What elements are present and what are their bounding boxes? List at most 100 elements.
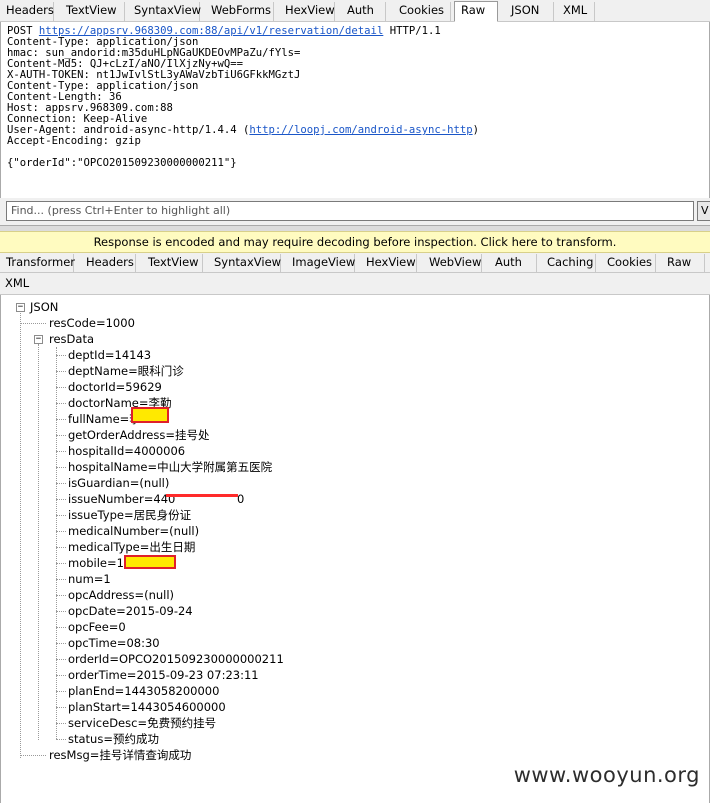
response-tab-bar-row2: XML	[0, 273, 710, 295]
tree-node-resmsg[interactable]: resMsg=挂号详情查询成功	[49, 748, 191, 764]
tree-node[interactable]: getOrderAddress=挂号处	[68, 428, 210, 444]
tree-root-json[interactable]: JSON	[30, 300, 58, 316]
tab-webview[interactable]: WebView	[423, 254, 482, 273]
tree-connector	[56, 691, 66, 692]
tree-connector	[56, 451, 66, 452]
tree-connector	[56, 643, 66, 644]
tree-connector	[56, 707, 66, 708]
find-options-button[interactable]: V	[697, 201, 710, 221]
tab-auth[interactable]: Auth	[489, 254, 537, 273]
redaction-fullname	[131, 407, 169, 423]
tree-node[interactable]: deptId=14143	[68, 348, 151, 364]
tree-node[interactable]: isGuardian=(null)	[68, 476, 169, 492]
tree-connector	[56, 595, 66, 596]
tree-node[interactable]: serviceDesc=免费预约挂号	[68, 716, 216, 732]
tree-node-resdata[interactable]: resData	[49, 332, 94, 348]
tab-headers[interactable]: Headers	[80, 254, 136, 273]
tree-node[interactable]: issueNumber=440	[68, 492, 175, 508]
tab-webforms[interactable]: WebForms	[205, 2, 274, 21]
tab-cookies[interactable]: Cookies	[601, 254, 656, 273]
tree-node[interactable]: opcAddress=(null)	[68, 588, 174, 604]
find-bar: Find... (press Ctrl+Enter to highlight a…	[0, 198, 710, 226]
tree-connector	[56, 499, 66, 500]
response-tab-bar: Transformer Headers TextView SyntaxView …	[0, 253, 710, 273]
tree-node[interactable]: orderTime=2015-09-23 07:23:11	[68, 668, 259, 684]
json-tree-view[interactable]: − JSON resCode=1000 − resData deptId=141…	[0, 295, 710, 803]
tree-node[interactable]: opcFee=0	[68, 620, 126, 636]
user-agent-suffix: )	[472, 124, 479, 136]
tree-connector	[56, 675, 66, 676]
redaction-issuenumber	[166, 494, 238, 497]
tab-transformer[interactable]: Transformer	[0, 254, 75, 273]
tree-connector	[56, 435, 66, 436]
tree-connector	[56, 547, 66, 548]
request-tab-bar: Headers TextView SyntaxView WebForms Hex…	[0, 0, 710, 22]
tree-connector	[56, 371, 66, 372]
tree-connector	[56, 563, 66, 564]
tree-node[interactable]: deptName=眼科门诊	[68, 364, 184, 380]
tree-node[interactable]: hospitalName=中山大学附属第五医院	[68, 460, 272, 476]
tab-raw[interactable]: Raw	[454, 1, 498, 22]
tree-node[interactable]: opcTime=08:30	[68, 636, 160, 652]
tree-node[interactable]: opcDate=2015-09-24	[68, 604, 193, 620]
tab-textview[interactable]: TextView	[60, 2, 125, 21]
tree-node[interactable]: medicalNumber=(null)	[68, 524, 199, 540]
collapse-resdata-icon[interactable]: −	[34, 335, 43, 344]
tab-xml[interactable]: XML	[0, 275, 29, 294]
tree-connector	[56, 739, 66, 740]
collapse-json-icon[interactable]: −	[16, 303, 25, 312]
tree-connector	[56, 419, 66, 420]
tree-connector	[56, 403, 66, 404]
tree-node[interactable]: medicalType=出生日期	[68, 540, 195, 556]
tree-connector	[56, 355, 66, 356]
tree-node-tail: 0	[237, 492, 245, 506]
tab-caching[interactable]: Caching	[541, 254, 596, 273]
request-body: {"orderId":"OPCO201509230000000211"}	[7, 157, 237, 169]
raw-request-text[interactable]: POST https://appsrv.968309.com:88/api/v1…	[0, 22, 710, 198]
tree-node[interactable]: doctorId=59629	[68, 380, 162, 396]
tree-connector	[56, 387, 66, 388]
tree-connector	[20, 311, 21, 758]
tree-connector	[56, 467, 66, 468]
tab-headers[interactable]: Headers	[0, 2, 54, 21]
tab-json[interactable]: JSON	[505, 2, 554, 21]
tab-textview[interactable]: TextView	[142, 254, 203, 273]
tab-raw[interactable]: Raw	[661, 254, 705, 273]
tab-hexview[interactable]: HexView	[360, 254, 417, 273]
tree-connector	[56, 483, 66, 484]
tree-node[interactable]: fullName=李	[68, 412, 141, 428]
tree-node[interactable]: issueType=居民身份证	[68, 508, 191, 524]
tab-imageview[interactable]: ImageView	[286, 254, 355, 273]
find-input[interactable]: Find... (press Ctrl+Enter to highlight a…	[6, 201, 694, 221]
tree-node[interactable]: planStart=1443054600000	[68, 700, 226, 716]
tree-node[interactable]: orderId=OPCO201509230000000211	[68, 652, 284, 668]
accept-encoding-line: Accept-Encoding: gzip	[7, 135, 141, 147]
decode-notice-bar[interactable]: Response is encoded and may require deco…	[0, 231, 710, 253]
tab-hexview[interactable]: HexView	[279, 2, 335, 21]
tab-syntaxview[interactable]: SyntaxView	[208, 254, 281, 273]
request-protocol: HTTP/1.1	[389, 25, 441, 37]
tree-connector	[56, 611, 66, 612]
tree-connector	[20, 755, 46, 756]
tab-xml[interactable]: XML	[557, 2, 595, 21]
tree-connector	[56, 515, 66, 516]
watermark: www.wooyun.org	[513, 763, 700, 787]
tab-syntaxview[interactable]: SyntaxView	[128, 2, 201, 21]
tree-node-rescode[interactable]: resCode=1000	[49, 316, 135, 332]
tree-node[interactable]: status=预约成功	[68, 732, 159, 748]
tab-auth[interactable]: Auth	[341, 2, 386, 21]
tab-cookies[interactable]: Cookies	[393, 2, 451, 21]
tree-node[interactable]: hospitalId=4000006	[68, 444, 185, 460]
tree-connector	[56, 627, 66, 628]
tree-connector	[56, 347, 57, 739]
tree-connector	[56, 531, 66, 532]
tree-node[interactable]: planEnd=1443058200000	[68, 684, 219, 700]
tree-connector	[38, 344, 39, 740]
tree-connector	[20, 323, 46, 324]
tree-node[interactable]: num=1	[68, 572, 111, 588]
tree-connector	[56, 579, 66, 580]
tree-connector	[56, 723, 66, 724]
tree-connector	[56, 659, 66, 660]
redaction-mobile	[124, 555, 176, 569]
user-agent-link[interactable]: http://loopj.com/android-async-http	[249, 124, 472, 136]
